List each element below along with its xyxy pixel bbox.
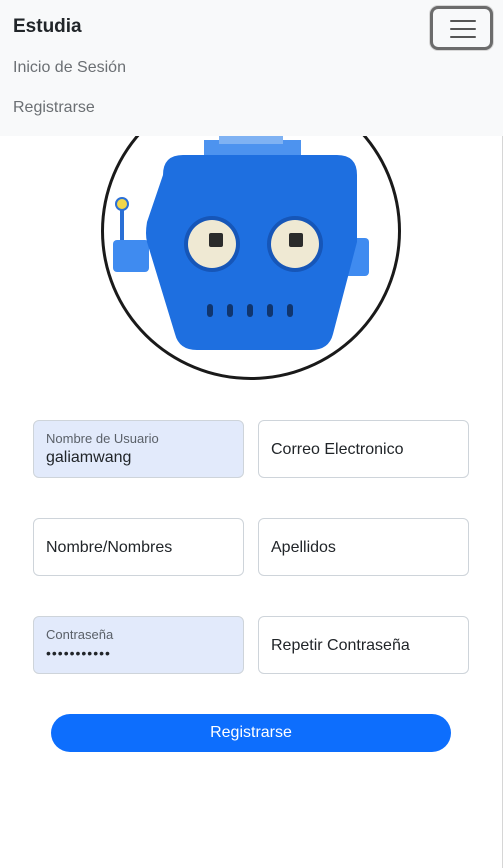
email-field[interactable]: Correo Electronico	[258, 420, 469, 478]
email-placeholder: Correo Electronico	[271, 441, 404, 458]
last-name-placeholder: Apellidos	[271, 539, 336, 556]
password-field[interactable]: Contraseña •••••••••••	[33, 616, 244, 674]
page: Estudia Inicio de Sesión Registrarse Nom…	[0, 0, 503, 868]
register-button[interactable]: Registrarse	[51, 714, 451, 752]
password-value: •••••••••••	[46, 645, 111, 661]
nav-link-login[interactable]: Inicio de Sesión	[13, 59, 126, 77]
navbar-brand[interactable]: Estudia	[13, 16, 82, 38]
username-field[interactable]: Nombre de Usuario galiamwang	[33, 420, 244, 478]
first-name-placeholder: Nombre/Nombres	[46, 539, 173, 556]
username-value: galiamwang	[46, 449, 132, 466]
hamburger-icon	[450, 20, 476, 22]
repeat-password-field[interactable]: Repetir Contraseña	[258, 616, 469, 674]
nav-link-register[interactable]: Registrarse	[13, 99, 95, 117]
navbar-toggler-button[interactable]	[430, 6, 493, 50]
first-name-field[interactable]: Nombre/Nombres	[33, 518, 244, 576]
password-label: Contraseña	[46, 627, 114, 642]
repeat-password-placeholder: Repetir Contraseña	[271, 637, 410, 654]
username-label: Nombre de Usuario	[46, 431, 159, 446]
last-name-field[interactable]: Apellidos	[258, 518, 469, 576]
navbar: Estudia Inicio de Sesión Registrarse	[0, 0, 503, 136]
